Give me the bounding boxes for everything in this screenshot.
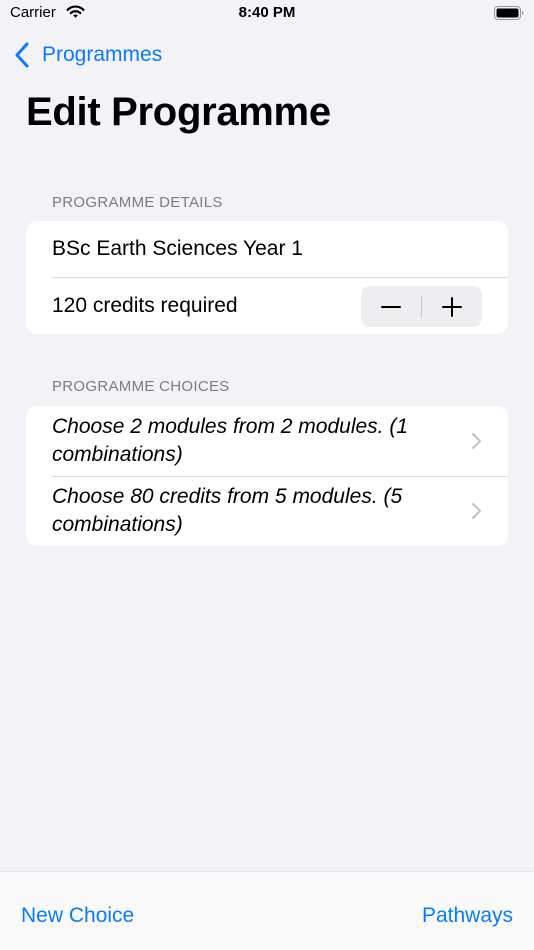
choice-row[interactable]: Choose 80 credits from 5 modules. (5 com… xyxy=(26,476,508,546)
credits-row: 120 credits required xyxy=(26,277,508,334)
bottom-toolbar: New Choice Pathways xyxy=(0,871,534,950)
new-choice-button[interactable]: New Choice xyxy=(21,904,134,928)
choice-label: Choose 2 modules from 2 modules. (1 comb… xyxy=(52,415,409,466)
chevron-left-icon xyxy=(15,42,29,68)
programme-choices-header: PROGRAMME CHOICES xyxy=(52,378,230,395)
battery-icon xyxy=(494,6,524,20)
choice-row[interactable]: Choose 2 modules from 2 modules. (1 comb… xyxy=(26,406,508,476)
increment-button[interactable] xyxy=(422,286,482,327)
programme-choices-group: Choose 2 modules from 2 modules. (1 comb… xyxy=(26,406,508,546)
plus-icon xyxy=(442,296,462,317)
minus-icon xyxy=(381,305,401,308)
programme-name-value[interactable]: BSc Earth Sciences Year 1 xyxy=(52,237,303,261)
chevron-right-icon xyxy=(471,502,482,520)
programme-details-header: PROGRAMME DETAILS xyxy=(52,194,223,211)
back-button-label: Programmes xyxy=(42,43,163,66)
page-title: Edit Programme xyxy=(26,90,331,134)
credits-stepper[interactable] xyxy=(361,286,482,327)
programme-details-group: BSc Earth Sciences Year 1 120 credits re… xyxy=(26,221,508,334)
decrement-button[interactable] xyxy=(361,286,421,327)
credits-required-text: 120 credits required xyxy=(52,293,238,317)
pathways-button[interactable]: Pathways xyxy=(422,904,513,928)
screen: Carrier 8:40 PM Programmes Edit Programm… xyxy=(0,0,534,950)
status-bar: Carrier 8:40 PM xyxy=(0,0,534,28)
choice-label: Choose 80 credits from 5 modules. (5 com… xyxy=(52,485,403,536)
chevron-right-icon xyxy=(471,432,482,450)
status-time: 8:40 PM xyxy=(238,4,296,21)
programme-name-row[interactable]: BSc Earth Sciences Year 1 xyxy=(26,221,508,277)
back-button[interactable]: Programmes xyxy=(14,40,162,70)
